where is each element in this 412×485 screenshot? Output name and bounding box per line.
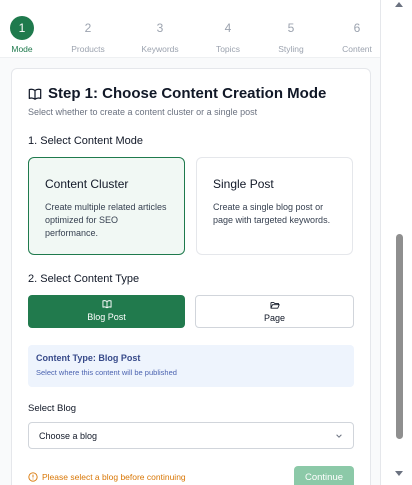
- step-number: 2: [84, 21, 92, 35]
- wizard-viewport: 1 Mode 2 Products 3 Keywords 4 Topics 5 …: [0, 0, 381, 485]
- scroll-down-arrow-icon[interactable]: [395, 471, 403, 476]
- option-description: Create a single blog post or page with t…: [213, 202, 331, 225]
- step-number: 4: [224, 21, 232, 35]
- step-styling[interactable]: 5 Styling: [261, 16, 321, 54]
- step-topics[interactable]: 4 Topics: [198, 16, 258, 54]
- blog-select-value: Choose a blog: [39, 430, 98, 441]
- step-number: 3: [156, 21, 164, 35]
- step-number: 5: [287, 21, 295, 35]
- info-subtitle: Select where this content will be publis…: [36, 368, 177, 377]
- blog-post-label: Blog Post: [87, 312, 126, 322]
- page-subtitle: Select whether to create a content clust…: [28, 107, 258, 117]
- step-number: 1: [10, 16, 34, 40]
- step-label: Topics: [215, 44, 241, 54]
- page-label: Page: [263, 313, 286, 323]
- alert-circle-icon: [28, 472, 38, 482]
- step-label: Keywords: [141, 44, 179, 54]
- continue-button[interactable]: Continue: [294, 466, 354, 485]
- option-title: Single Post: [213, 177, 274, 191]
- content-type-info: Content Type: Blog Post Select where thi…: [28, 345, 354, 387]
- content-mode-heading: 1. Select Content Mode: [28, 135, 143, 147]
- single-post-option[interactable]: Single Post Create a single blog post or…: [196, 157, 353, 255]
- content-cluster-option[interactable]: Content Cluster Create multiple related …: [28, 157, 185, 255]
- book-open-icon: [28, 88, 42, 100]
- step-number: 6: [353, 21, 361, 35]
- step-label: Content: [342, 44, 372, 54]
- vertical-scrollbar[interactable]: [394, 0, 406, 485]
- step-content[interactable]: 6 Content: [327, 16, 380, 54]
- scroll-up-arrow-icon[interactable]: [395, 2, 403, 7]
- blog-post-button[interactable]: Blog Post: [28, 295, 185, 328]
- step-products[interactable]: 2 Products: [58, 16, 118, 54]
- select-blog-label: Select Blog: [28, 403, 77, 414]
- page-button[interactable]: Page: [195, 295, 354, 328]
- step-mode[interactable]: 1 Mode: [0, 16, 52, 54]
- step-label: Styling: [278, 44, 304, 54]
- book-open-icon: [101, 300, 112, 309]
- chevron-down-icon: [336, 433, 342, 438]
- scrollbar-thumb[interactable]: [396, 234, 403, 439]
- step-label: Products: [71, 44, 105, 54]
- folder-open-icon: [270, 302, 280, 309]
- option-title: Content Cluster: [45, 177, 129, 191]
- step-progress-bar: 1 Mode 2 Products 3 Keywords 4 Topics 5 …: [0, 0, 380, 58]
- step-label: Mode: [11, 44, 33, 54]
- option-description: Create multiple related articles optimiz…: [45, 202, 167, 238]
- step-keywords[interactable]: 3 Keywords: [130, 16, 190, 54]
- page-title: Step 1: Choose Content Creation Mode: [48, 85, 327, 102]
- card-header: Step 1: Choose Content Creation Mode: [28, 85, 326, 102]
- mode-selection-card: Step 1: Choose Content Creation Mode Sel…: [11, 68, 371, 485]
- blog-warning: Please select a blog before continuing: [28, 472, 186, 482]
- warning-text: Please select a blog before continuing: [42, 472, 186, 482]
- blog-select[interactable]: Choose a blog: [28, 422, 354, 449]
- info-title: Content Type: Blog Post: [36, 353, 141, 363]
- content-type-heading: 2. Select Content Type: [28, 273, 140, 285]
